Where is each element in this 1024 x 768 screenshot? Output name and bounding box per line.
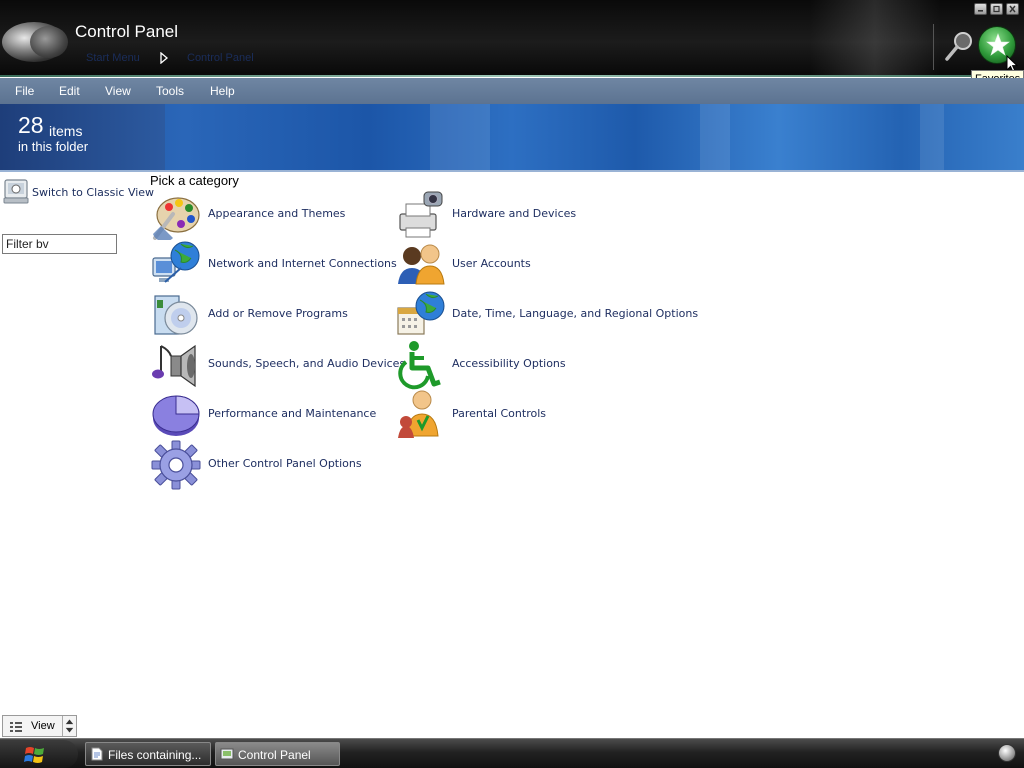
category-label: Hardware and Devices bbox=[452, 207, 577, 220]
palette-icon bbox=[153, 197, 200, 240]
control-panel-icon bbox=[3, 179, 29, 204]
control-panel-window: { "window": { "title": "Control Panel", … bbox=[0, 0, 1024, 768]
view-selector[interactable]: View bbox=[2, 715, 77, 737]
title-bar-accent-line bbox=[0, 75, 1024, 77]
task-label: Control Panel bbox=[238, 748, 311, 762]
category-label: User Accounts bbox=[452, 257, 531, 270]
category-appearance-themes[interactable]: Appearance and Themes bbox=[151, 190, 351, 240]
control-panel-icon bbox=[220, 748, 234, 760]
view-label: View bbox=[31, 720, 55, 732]
category-add-remove-programs[interactable]: Add or Remove Programs bbox=[151, 290, 351, 340]
taskbar-control-panel[interactable]: Control Panel bbox=[215, 742, 340, 766]
category-label: Appearance and Themes bbox=[208, 207, 346, 220]
view-list-icon bbox=[10, 722, 22, 732]
category-accessibility-options[interactable]: Accessibility Options bbox=[396, 340, 596, 390]
document-icon bbox=[91, 747, 103, 761]
windows-logo-icon bbox=[24, 747, 44, 763]
category-sounds-speech-audio[interactable]: Sounds, Speech, and Audio Devices bbox=[151, 340, 405, 390]
banner-decoration bbox=[920, 104, 944, 170]
category-label: Network and Internet Connections bbox=[208, 257, 397, 270]
category-user-accounts[interactable]: User Accounts bbox=[396, 240, 596, 290]
users-icon bbox=[398, 244, 445, 285]
category-hardware-devices[interactable]: Hardware and Devices bbox=[396, 190, 596, 240]
category-label: Accessibility Options bbox=[452, 357, 566, 370]
star-icon bbox=[986, 33, 1010, 56]
breadcrumb-control-panel[interactable]: Control Panel bbox=[187, 52, 254, 64]
banner-decoration bbox=[430, 104, 490, 170]
pie-chart-icon bbox=[152, 395, 200, 436]
spinner-arrows-icon[interactable] bbox=[62, 716, 76, 736]
minimize-button[interactable] bbox=[974, 3, 987, 15]
category-other-options[interactable]: Other Control Panel Options bbox=[151, 440, 381, 490]
banner-decoration bbox=[700, 104, 730, 170]
cd-box-icon bbox=[154, 295, 198, 335]
menu-help[interactable]: Help bbox=[210, 84, 235, 98]
network-globe-icon bbox=[152, 241, 200, 283]
category-network-internet[interactable]: Network and Internet Connections bbox=[151, 240, 397, 290]
category-date-time-regional[interactable]: Date, Time, Language, and Regional Optio… bbox=[396, 290, 699, 340]
title-bar-highlight bbox=[810, 0, 940, 77]
menu-tools[interactable]: Tools bbox=[156, 84, 184, 98]
menu-bar: File Edit View Tools Help bbox=[0, 78, 1024, 104]
toolbar-divider bbox=[933, 24, 934, 70]
folder-info-banner: 28 items in this folder bbox=[0, 104, 1024, 170]
search-icon[interactable] bbox=[944, 29, 974, 63]
menu-edit[interactable]: Edit bbox=[59, 84, 80, 98]
printer-camera-icon bbox=[399, 191, 443, 238]
item-count-unit: items bbox=[49, 123, 83, 139]
category-label: Add or Remove Programs bbox=[208, 307, 348, 320]
forward-button[interactable] bbox=[30, 26, 68, 58]
switch-classic-view-label: Switch to Classic View bbox=[32, 186, 155, 199]
gear-icon bbox=[151, 440, 201, 490]
speaker-note-icon bbox=[152, 344, 196, 388]
maximize-icon bbox=[993, 5, 1000, 13]
breadcrumb-start-menu[interactable]: Start Menu bbox=[86, 52, 140, 64]
wheelchair-icon bbox=[398, 341, 441, 390]
start-button[interactable] bbox=[0, 740, 78, 768]
tray-icon[interactable] bbox=[998, 744, 1016, 762]
category-label: Other Control Panel Options bbox=[208, 457, 362, 470]
breadcrumb-separator-icon[interactable] bbox=[159, 52, 169, 64]
taskbar-files-containing[interactable]: Files containing... bbox=[85, 742, 211, 766]
category-label: Parental Controls bbox=[452, 407, 546, 420]
maximize-button[interactable] bbox=[990, 3, 1003, 15]
filter-input[interactable] bbox=[2, 234, 117, 254]
category-label: Date, Time, Language, and Regional Optio… bbox=[452, 307, 699, 320]
close-icon bbox=[1009, 5, 1016, 13]
category-parental-controls[interactable]: Parental Controls bbox=[396, 390, 596, 440]
parent-child-icon bbox=[398, 390, 439, 438]
banner-subtitle: in this folder bbox=[18, 139, 89, 154]
category-label: Sounds, Speech, and Audio Devices bbox=[208, 357, 406, 370]
taskbar: Files containing... Control Panel bbox=[0, 738, 1024, 768]
window-title: Control Panel bbox=[75, 22, 179, 41]
category-performance-maintenance[interactable]: Performance and Maintenance bbox=[151, 390, 381, 440]
item-count: 28 bbox=[18, 112, 44, 138]
task-label: Files containing... bbox=[108, 748, 202, 762]
category-label: Performance and Maintenance bbox=[208, 407, 377, 420]
menu-view[interactable]: View bbox=[105, 84, 131, 98]
calendar-globe-icon bbox=[397, 291, 445, 335]
pick-category-heading: Pick a category bbox=[150, 173, 239, 188]
switch-classic-view-link[interactable]: Switch to Classic View bbox=[2, 176, 154, 208]
minimize-icon bbox=[978, 10, 983, 12]
close-button[interactable] bbox=[1006, 3, 1019, 15]
banner-divider bbox=[0, 170, 1024, 172]
title-bar: Control Panel Start Menu Control Panel bbox=[0, 0, 1024, 77]
menu-file[interactable]: File bbox=[15, 84, 34, 98]
